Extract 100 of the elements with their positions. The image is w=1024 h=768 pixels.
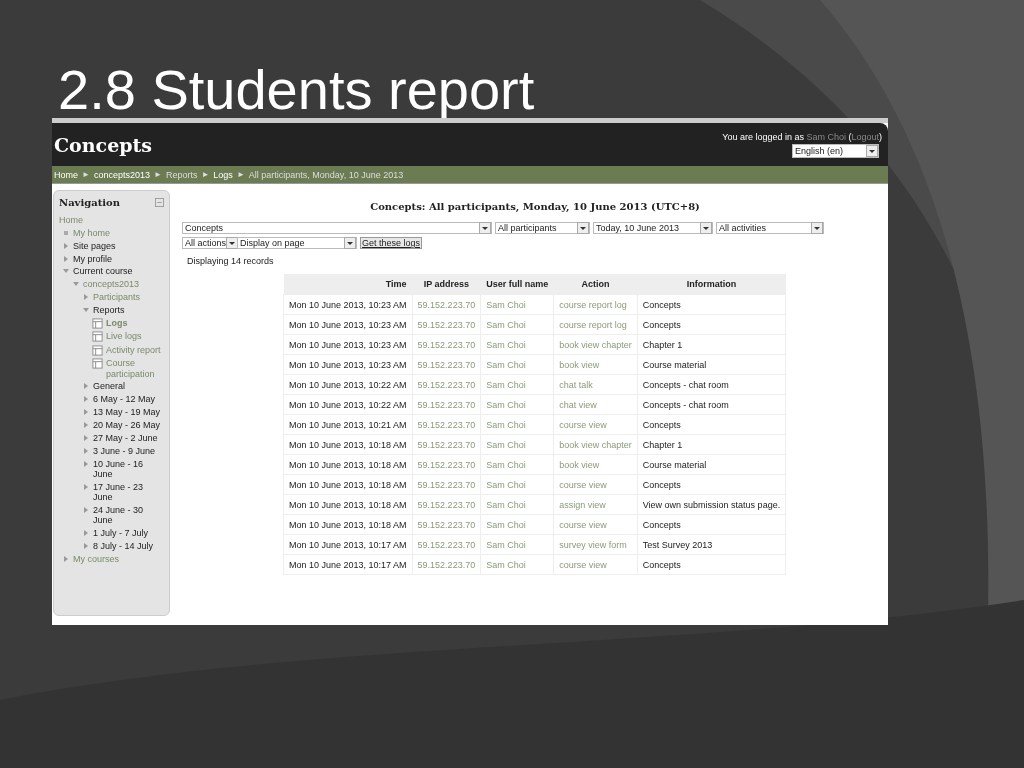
- navigation-item[interactable]: 3 June - 9 June: [93, 445, 156, 456]
- filter-select[interactable]: Today, 10 June 2013: [593, 222, 713, 234]
- navigation-item[interactable]: Live logs: [106, 331, 142, 342]
- table-cell[interactable]: Sam Choi: [480, 434, 554, 455]
- table-cell[interactable]: course view: [553, 554, 638, 575]
- table-cell[interactable]: chat view: [553, 394, 638, 415]
- table-cell[interactable]: 59.152.223.70: [412, 474, 481, 495]
- navigation-item[interactable]: My home: [73, 227, 110, 239]
- navigation-item[interactable]: Activity report: [106, 344, 161, 356]
- table-cell[interactable]: 59.152.223.70: [412, 414, 481, 435]
- separator-icon: ►: [236, 170, 245, 179]
- table-cell[interactable]: 59.152.223.70: [412, 354, 481, 375]
- navigation-item[interactable]: Participants: [93, 292, 141, 303]
- table-cell[interactable]: Sam Choi: [480, 514, 554, 535]
- filter-select[interactable]: All actions: [182, 237, 234, 249]
- table-cell[interactable]: book view: [553, 354, 638, 375]
- table-cell[interactable]: 59.152.223.70: [412, 514, 481, 535]
- table-cell[interactable]: book view: [553, 454, 638, 475]
- table-cell[interactable]: Sam Choi: [480, 334, 554, 355]
- expand-arrow-icon[interactable]: [62, 554, 70, 563]
- filter-select[interactable]: Concepts: [182, 222, 492, 234]
- navigation-item[interactable]: 27 May - 2 June: [93, 432, 158, 444]
- navigation-item[interactable]: Logs: [106, 317, 128, 329]
- navigation-item[interactable]: General: [93, 381, 126, 392]
- table-cell[interactable]: assign view: [553, 494, 638, 515]
- navigation-item[interactable]: My profile: [73, 253, 112, 264]
- table-cell[interactable]: book view chapter: [553, 334, 638, 355]
- table-cell: View own submission status page.: [637, 494, 786, 515]
- navigation-item[interactable]: 17 June - 23 June: [93, 481, 164, 503]
- table-cell[interactable]: 59.152.223.70: [412, 294, 481, 315]
- logout-link[interactable]: Logout: [851, 131, 879, 142]
- navigation-item[interactable]: Reports: [93, 304, 125, 316]
- table-cell[interactable]: Sam Choi: [480, 414, 554, 435]
- table-cell[interactable]: Sam Choi: [480, 454, 554, 475]
- get-logs-button[interactable]: Get these logs: [360, 237, 423, 249]
- table-cell: Chapter 1: [637, 334, 786, 355]
- breadcrumb-item[interactable]: concepts2013: [93, 169, 150, 180]
- breadcrumb-item[interactable]: Logs: [213, 169, 233, 180]
- navigation-item[interactable]: 6 May - 12 May: [93, 394, 156, 405]
- table-cell[interactable]: course view: [553, 414, 638, 435]
- navigation-item[interactable]: concepts2013: [83, 279, 140, 290]
- table-cell[interactable]: 59.152.223.70: [412, 554, 481, 575]
- table-cell[interactable]: 59.152.223.70: [412, 454, 481, 475]
- filter-select[interactable]: Display on page: [237, 237, 357, 249]
- table-cell: Course material: [637, 354, 786, 375]
- navigation-item[interactable]: 24 June - 30 June: [93, 504, 164, 526]
- breadcrumb-item: Reports: [165, 169, 198, 180]
- table-cell: Mon 10 June 2013, 10:22 AM: [283, 374, 413, 395]
- table-cell[interactable]: chat talk: [553, 374, 638, 395]
- navigation-item[interactable]: 8 July - 14 July: [93, 540, 154, 552]
- table-cell[interactable]: survey view form: [553, 534, 638, 555]
- table-cell[interactable]: Sam Choi: [480, 354, 554, 375]
- table-cell[interactable]: 59.152.223.70: [412, 534, 481, 555]
- filter-select[interactable]: All activities: [716, 222, 824, 234]
- navigation-item[interactable]: 1 July - 7 July: [93, 528, 149, 539]
- table-cell: Concepts: [637, 314, 786, 335]
- navigation-item[interactable]: 20 May - 26 May: [93, 419, 161, 431]
- column-header: Information: [637, 274, 786, 295]
- table-cell: Concepts: [637, 514, 786, 535]
- navigation-item[interactable]: Site pages: [73, 240, 116, 252]
- table-cell[interactable]: Sam Choi: [480, 394, 554, 415]
- collapse-icon[interactable]: [155, 198, 164, 207]
- navigation-item[interactable]: Current course: [73, 266, 133, 277]
- table-cell[interactable]: Sam Choi: [480, 494, 554, 515]
- table-cell[interactable]: book view chapter: [553, 434, 638, 455]
- language-select[interactable]: English (en): [792, 143, 879, 158]
- table-cell: Mon 10 June 2013, 10:18 AM: [283, 474, 413, 495]
- table-cell: Concepts: [637, 554, 786, 575]
- breadcrumb-item[interactable]: Home: [54, 169, 78, 180]
- table-cell[interactable]: Sam Choi: [480, 534, 554, 555]
- table-cell[interactable]: 59.152.223.70: [412, 334, 481, 355]
- table-cell[interactable]: 59.152.223.70: [412, 394, 481, 415]
- navigation-item[interactable]: Course participation: [106, 358, 164, 379]
- table-cell[interactable]: 59.152.223.70: [412, 374, 481, 395]
- table-cell[interactable]: course report log: [553, 294, 638, 315]
- table-cell[interactable]: 59.152.223.70: [412, 494, 481, 515]
- table-cell[interactable]: 59.152.223.70: [412, 434, 481, 455]
- table-cell[interactable]: course report log: [553, 314, 638, 335]
- table-cell[interactable]: course view: [553, 474, 638, 495]
- table-cell[interactable]: course view: [553, 514, 638, 535]
- table-cell: Mon 10 June 2013, 10:23 AM: [283, 334, 413, 355]
- navigation-item[interactable]: 10 June - 16 June: [93, 458, 164, 480]
- site-name: Concepts: [54, 133, 153, 156]
- table-cell[interactable]: Sam Choi: [480, 554, 554, 575]
- table-cell[interactable]: Sam Choi: [480, 294, 554, 315]
- user-link[interactable]: Sam Choi: [806, 131, 846, 142]
- navigation-item[interactable]: 13 May - 19 May: [93, 407, 161, 418]
- table-cell[interactable]: 59.152.223.70: [412, 314, 481, 335]
- table-cell: Concepts: [637, 414, 786, 435]
- expand-arrow-icon[interactable]: [82, 505, 90, 514]
- navigation-item[interactable]: Home: [59, 215, 83, 226]
- expand-arrow-icon[interactable]: [82, 482, 90, 491]
- collapse-arrow-icon[interactable]: [82, 305, 90, 314]
- table-cell[interactable]: Sam Choi: [480, 314, 554, 335]
- filter-select[interactable]: All participants: [495, 222, 590, 234]
- expand-arrow-icon[interactable]: [82, 293, 90, 302]
- navigation-item[interactable]: My courses: [73, 553, 119, 565]
- table-cell[interactable]: Sam Choi: [480, 374, 554, 395]
- column-header: User full name: [480, 274, 554, 295]
- table-cell[interactable]: Sam Choi: [480, 474, 554, 495]
